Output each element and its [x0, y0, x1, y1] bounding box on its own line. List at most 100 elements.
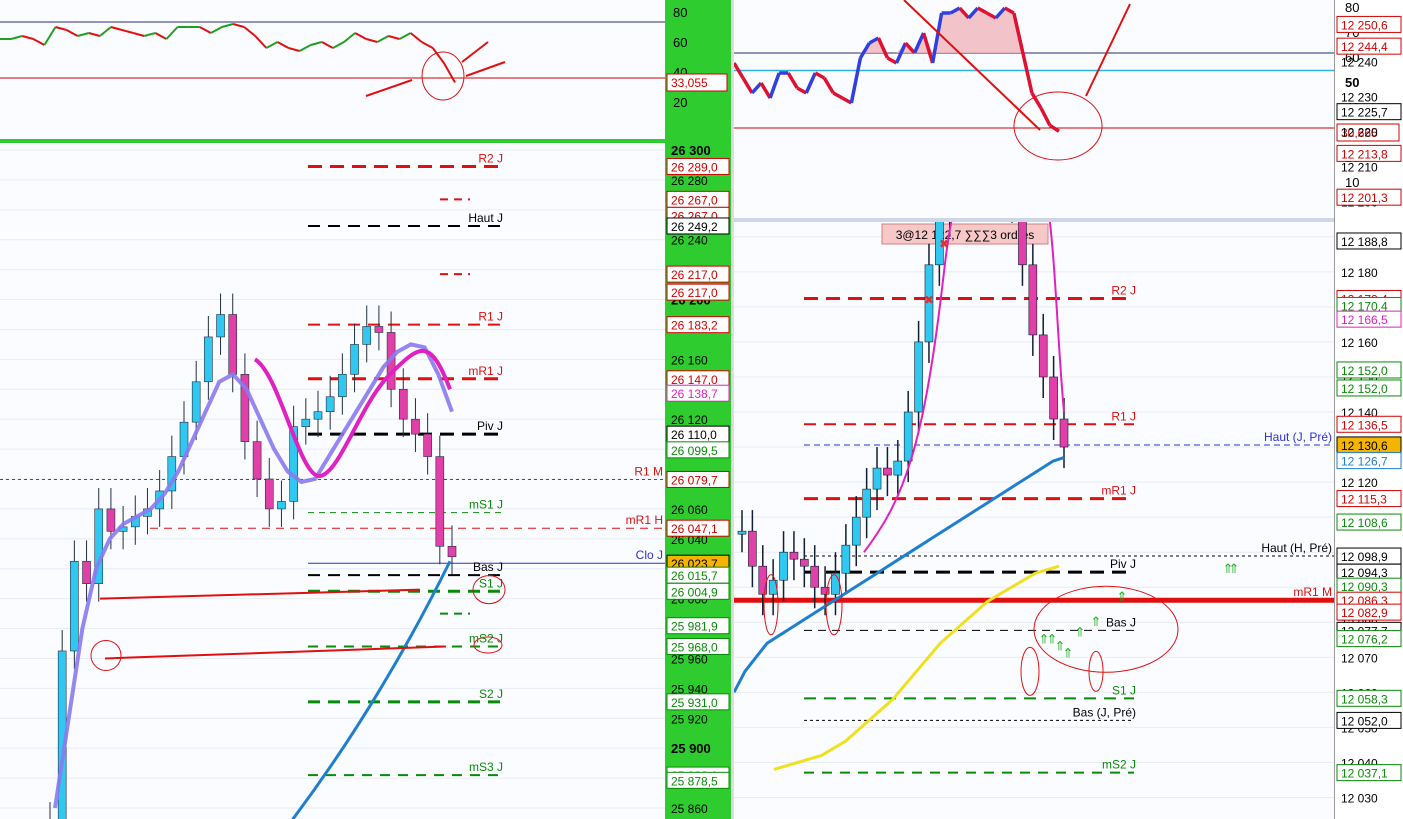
trend-line	[291, 560, 452, 819]
candle-body	[313, 411, 323, 420]
price-tick-label: 12 070	[1341, 651, 1378, 665]
order-badge-text: 3@12 122,7 ∑∑∑3 ordres	[896, 228, 1035, 242]
candle-body	[1028, 264, 1038, 336]
candle-body	[301, 418, 311, 427]
osc-segment	[1049, 124, 1060, 133]
osc-segment	[759, 82, 772, 99]
buy-arrow-icon: ⇑	[1075, 624, 1086, 639]
candle-body	[191, 381, 201, 423]
osc-segment	[768, 72, 781, 99]
price-tick-label: 12 210	[1341, 161, 1378, 175]
price-level-value: 12 115,3	[1341, 493, 1387, 507]
price-tick-label: 12 180	[1341, 266, 1378, 280]
price-level-value: 12 213,8	[1341, 147, 1388, 161]
price-level-value: 12 058,3	[1341, 692, 1388, 706]
level-label-piv-j: Piv J	[1110, 557, 1136, 571]
price-level-value: 25 968,0	[671, 640, 718, 654]
buy-arrow-icon: ⇑	[1063, 645, 1074, 660]
osc-segment	[343, 32, 356, 43]
candle-body	[841, 544, 851, 574]
annotation-arrow	[104, 645, 447, 660]
candle-body	[411, 418, 420, 435]
left-price-panel[interactable]: R2 J Haut J R1 J mR1 J Piv J R1 M mS1 J mR1 H Cl…	[0, 144, 665, 819]
osc-segment	[165, 26, 179, 40]
price-level-value: 26 217,0	[671, 268, 718, 282]
price-level-value: 26 289,0	[671, 160, 718, 174]
candle-body	[737, 530, 747, 535]
candle-body	[789, 551, 799, 560]
right-price-panel[interactable]: 3@12 122,7 ∑∑∑3 ordresR1 HR1 MHaut JHaut…	[734, 222, 1334, 819]
osc-segment	[354, 32, 367, 40]
osc-tick-label: 50	[1345, 75, 1359, 90]
price-level-value: 25 878,5	[671, 774, 718, 788]
osc-segment	[1021, 52, 1034, 94]
price-level-value: 12 052,0	[1341, 714, 1388, 728]
price-level-value: 12 136,5	[1341, 418, 1388, 432]
right-oscillator-chart	[734, 0, 1334, 161]
osc-segment	[421, 41, 434, 49]
candle-body	[447, 545, 457, 558]
price-level-value: 26 110,0	[671, 428, 717, 442]
osc-segment	[77, 32, 90, 37]
level-label-bas-j: Bas J	[473, 560, 503, 574]
osc-tick-label: 80	[673, 5, 687, 20]
price-tick-label: 26 160	[671, 353, 708, 367]
price-level-value: 12 126,7	[1341, 455, 1388, 469]
price-tick-label: 12 220	[1341, 126, 1378, 140]
buy-arrow-icon: ⇑	[1117, 589, 1128, 604]
price-level-value: 12 250,6	[1341, 18, 1388, 32]
candle-body	[748, 530, 757, 567]
price-level-value: 12 130,6	[1341, 439, 1388, 453]
level-label-piv-j: Piv J	[477, 419, 503, 433]
level-label-r1-m: R1 M	[634, 464, 663, 478]
right-price-chart: 3@12 122,7 ∑∑∑3 ordresR1 HR1 MHaut JHaut…	[734, 222, 1334, 798]
osc-current-value: 33,055	[671, 76, 708, 90]
osc-tick-label: 60	[673, 35, 687, 50]
price-level-value: 25 931,0	[671, 696, 718, 710]
price-tick-label: 26 300	[671, 143, 711, 158]
right-price-axis[interactable]: 807060504030201030,66512 25012 24012 230…	[1334, 0, 1403, 819]
osc-segment	[786, 72, 799, 89]
price-level-value: 12 166,5	[1341, 313, 1388, 327]
level-label-mr1-j: mR1 J	[1101, 484, 1136, 498]
candle-body	[810, 565, 820, 588]
level-label-haut-j: Haut J	[468, 211, 503, 225]
sell-marker-icon: ✖	[939, 237, 949, 251]
osc-segment	[388, 35, 400, 40]
osc-segment	[154, 32, 167, 40]
left-price-axis[interactable]: 8060402033,05526 30026 28026 24026 20026…	[665, 0, 731, 819]
level-label-mr1-j: mR1 J	[468, 364, 503, 378]
level-label-mr1-h: mR1 H	[626, 513, 663, 527]
osc-tick-label: 10	[1345, 175, 1359, 190]
osc-segment	[822, 77, 835, 94]
candle-body	[106, 508, 116, 532]
candle-body	[82, 560, 91, 584]
highlight-ellipse	[1020, 646, 1040, 696]
left-oscillator-panel[interactable]	[0, 0, 665, 140]
candle-body	[204, 336, 213, 383]
right-oscillator-panel[interactable]	[734, 0, 1334, 218]
candle-body	[264, 478, 274, 510]
candle-body	[435, 456, 445, 547]
level-label-bas-j: Bas J	[1106, 615, 1136, 629]
level-label-r1-j: R1 J	[478, 310, 503, 324]
level-label-mr1-m: mR1 M	[1293, 585, 1332, 599]
price-tick-label: 26 060	[671, 503, 708, 517]
candle-body	[914, 341, 923, 413]
osc-segment	[121, 29, 134, 34]
osc-segment	[88, 32, 101, 37]
price-level-value: 26 099,5	[671, 444, 718, 458]
candle-body	[423, 433, 432, 457]
price-tick-label: 12 030	[1341, 792, 1378, 806]
osc-segment	[254, 35, 268, 49]
price-tick-label: 12 240	[1341, 56, 1378, 70]
highlight-ellipse	[421, 51, 465, 101]
price-level-value: 12 037,1	[1341, 767, 1388, 781]
price-tick-label: 26 280	[671, 174, 708, 188]
level-label-ms2-j: mS2 J	[1102, 758, 1136, 772]
price-tick-label: 26 240	[671, 234, 708, 248]
annotation-arrow	[99, 588, 421, 600]
annotation-arrow	[1085, 3, 1131, 97]
candle-body	[1038, 334, 1048, 378]
candle-body	[338, 374, 347, 398]
